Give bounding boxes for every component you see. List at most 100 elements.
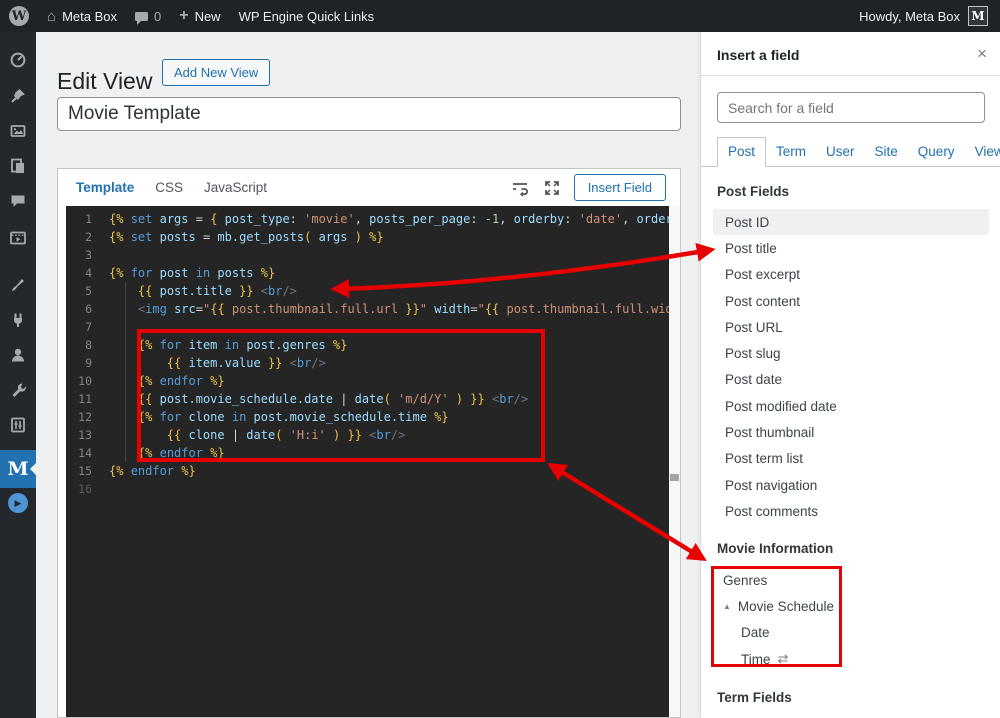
sidebar-item-pages[interactable] xyxy=(0,154,36,178)
field-item-post-thumbnail[interactable]: Post thumbnail xyxy=(713,419,989,445)
sidebar-item-video[interactable] xyxy=(0,226,36,250)
field-item-genres[interactable]: Genres xyxy=(713,567,863,593)
code-line: 9 {{ item.value }} <br/> xyxy=(66,354,680,372)
movie-information-heading: Movie Information xyxy=(717,541,833,556)
comments-icon xyxy=(9,192,27,210)
field-item-label: Date xyxy=(741,625,770,640)
field-search-input[interactable] xyxy=(717,92,985,123)
howdy-account-menu[interactable]: Howdy, Meta Box xyxy=(859,9,960,24)
code-line: 6 <img src="{{ post.thumbnail.full.url }… xyxy=(66,300,680,318)
sidebar-item-posts[interactable] xyxy=(0,84,36,108)
line-number: 4 xyxy=(66,264,92,282)
field-item-post-comments[interactable]: Post comments xyxy=(713,498,989,524)
sidebar-item-appearance[interactable] xyxy=(0,273,36,297)
post-fields-heading: Post Fields xyxy=(717,184,789,199)
field-item-post-modified-date[interactable]: Post modified date xyxy=(713,393,989,419)
field-item-post-date[interactable]: Post date xyxy=(713,367,989,393)
clone-icon: ⇄ xyxy=(778,651,789,667)
sidebar-item-comments[interactable] xyxy=(0,189,36,213)
code-line: 14 {% endfor %} xyxy=(66,444,680,462)
editor-scrollbar-track[interactable] xyxy=(669,206,680,717)
plug-icon xyxy=(9,311,27,329)
code-line: 8 {% for item in post.genres %} xyxy=(66,336,680,354)
comments-menu[interactable]: 0 xyxy=(126,0,170,32)
admin-sidebar: M ▶ xyxy=(0,32,36,718)
play-circle-icon: ▶ xyxy=(8,493,28,513)
user-avatar[interactable]: M xyxy=(968,6,988,26)
field-item-time[interactable]: Time ⇄ xyxy=(713,646,863,672)
code-line: 10 {% endfor %} xyxy=(66,372,680,390)
sidebar-item-users[interactable] xyxy=(0,343,36,367)
field-item-post-title[interactable]: Post title xyxy=(713,235,989,261)
insert-field-button[interactable]: Insert Field xyxy=(574,174,666,201)
line-number: 3 xyxy=(66,246,92,264)
line-number: 5 xyxy=(66,282,92,300)
word-wrap-icon[interactable] xyxy=(511,179,530,197)
new-label: New xyxy=(195,9,221,24)
field-item-label: Movie Schedule xyxy=(738,599,834,614)
tab-template[interactable]: Template xyxy=(76,180,134,195)
line-number: 15 xyxy=(66,462,92,480)
code-line: 12 {% for clone in post.movie_schedule.t… xyxy=(66,408,680,426)
line-number: 1 xyxy=(66,210,92,228)
editor-scrollbar-thumb[interactable] xyxy=(670,474,679,481)
wp-engine-quick-links-menu[interactable]: WP Engine Quick Links xyxy=(230,0,384,32)
code-line: 3 xyxy=(66,246,680,264)
plus-icon: + xyxy=(179,8,188,24)
tab-post[interactable]: Post xyxy=(717,137,766,167)
dashboard-icon xyxy=(9,51,27,69)
sidebar-item-plugins[interactable] xyxy=(0,308,36,332)
tab-view[interactable]: View xyxy=(965,138,1000,166)
field-item-post-navigation[interactable]: Post navigation xyxy=(713,472,989,498)
sidebar-item-meta-box[interactable]: M xyxy=(0,450,36,488)
editor-tab-bar: Template CSS JavaScript Insert Field xyxy=(58,169,680,206)
line-number: 14 xyxy=(66,444,92,462)
close-icon[interactable]: × xyxy=(977,44,987,64)
field-item-post-id[interactable]: Post ID xyxy=(713,209,989,235)
line-number: 2 xyxy=(66,228,92,246)
tab-term[interactable]: Term xyxy=(766,138,816,166)
sidebar-item-dashboard[interactable] xyxy=(0,48,36,72)
line-number: 12 xyxy=(66,408,92,426)
quick-links-label: WP Engine Quick Links xyxy=(239,9,375,24)
field-item-post-url[interactable]: Post URL xyxy=(713,314,989,340)
line-number: 8 xyxy=(66,336,92,354)
fullscreen-icon[interactable] xyxy=(543,179,561,197)
code-line: 11 {{ post.movie_schedule.date | date( '… xyxy=(66,390,680,408)
view-title-input[interactable] xyxy=(57,97,681,131)
field-item-label: Time xyxy=(741,652,771,667)
code-line: 7 xyxy=(66,318,680,336)
sidebar-item-tutorials[interactable]: ▶ xyxy=(0,491,36,515)
new-content-menu[interactable]: + New xyxy=(170,0,229,32)
pages-icon xyxy=(9,157,27,175)
field-item-post-excerpt[interactable]: Post excerpt xyxy=(713,262,989,288)
code-editor[interactable]: 1{% set args = { post_type: 'movie', pos… xyxy=(66,206,680,717)
wordpress-logo-icon: W xyxy=(9,6,29,26)
indent-guide xyxy=(125,282,126,462)
sidebar-item-tools[interactable] xyxy=(0,378,36,402)
sidebar-item-settings[interactable] xyxy=(0,413,36,437)
tab-site[interactable]: Site xyxy=(865,138,908,166)
media-icon xyxy=(9,122,27,140)
field-item-post-term-list[interactable]: Post term list xyxy=(713,446,989,472)
tab-javascript[interactable]: JavaScript xyxy=(204,180,267,195)
site-name-menu[interactable]: ⌂ Meta Box xyxy=(38,0,126,32)
tab-query[interactable]: Query xyxy=(908,138,965,166)
tab-css[interactable]: CSS xyxy=(155,180,183,195)
field-item-date[interactable]: Date xyxy=(713,620,863,646)
field-item-movie-schedule[interactable]: ▲Movie Schedule xyxy=(713,593,863,619)
tab-user[interactable]: User xyxy=(816,138,865,166)
pushpin-icon xyxy=(9,87,27,105)
post-fields-list: Post IDPost titlePost excerptPost conten… xyxy=(713,209,989,525)
field-item-post-content[interactable]: Post content xyxy=(713,288,989,314)
wordpress-menu[interactable]: W xyxy=(0,0,38,32)
code-line: 1{% set args = { post_type: 'movie', pos… xyxy=(66,210,680,228)
sidebar-item-media[interactable] xyxy=(0,119,36,143)
paintbrush-icon xyxy=(9,276,27,294)
line-number: 6 xyxy=(66,300,92,318)
add-new-view-button[interactable]: Add New View xyxy=(162,59,270,86)
wrench-icon xyxy=(9,381,27,399)
field-item-post-slug[interactable]: Post slug xyxy=(713,340,989,366)
insert-field-panel: Insert a field × Post Term User Site Que… xyxy=(700,32,1000,718)
comment-bubble-icon xyxy=(135,12,148,21)
